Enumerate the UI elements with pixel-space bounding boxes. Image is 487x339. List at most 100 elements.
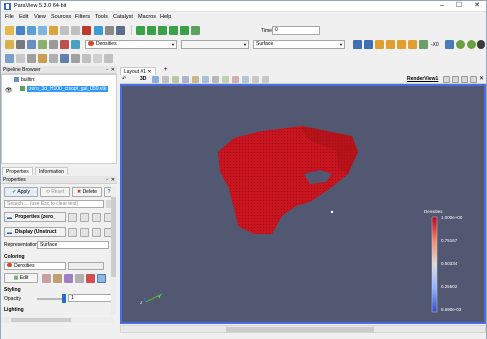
last-frame-icon[interactable] [180, 26, 189, 35]
contour-icon[interactable] [16, 40, 25, 49]
menu-sources[interactable]: Sources [51, 14, 71, 20]
filter-icon[interactable] [60, 54, 69, 63]
component-select[interactable]: ▼ [181, 40, 249, 49]
reset-button[interactable]: ⟲ Reset [40, 187, 70, 197]
color-by-select[interactable]: Densities ▼ [85, 40, 177, 49]
render-view-viewport[interactable]: Y Z Densities 1.000e+00 0.75167 0.50334 … [120, 84, 486, 324]
reload-icon[interactable] [92, 213, 101, 222]
filter-icon[interactable] [93, 54, 102, 63]
rescale-temporal-icon[interactable] [75, 274, 84, 283]
reload-icon[interactable] [92, 228, 101, 237]
loop-icon[interactable] [191, 26, 200, 35]
opacity-input[interactable]: 1 [68, 294, 112, 302]
view-horizontal-scrollbar[interactable] [120, 325, 486, 333]
menu-macros[interactable]: Macros [138, 14, 156, 20]
filter-icon[interactable] [38, 54, 47, 63]
view-tool-icon[interactable] [152, 76, 159, 83]
close-icon[interactable]: ✕ [111, 66, 115, 74]
camera-y-icon[interactable] [364, 40, 373, 49]
extract-subset-icon[interactable] [60, 40, 69, 49]
save-icon[interactable] [16, 26, 25, 35]
coloring-select[interactable]: Densities [4, 262, 66, 270]
opacity-slider-handle[interactable] [62, 294, 66, 303]
properties-hscroll[interactable] [1, 317, 113, 323]
camera-undo-icon[interactable]: ↶ [122, 76, 126, 82]
view-tool-icon[interactable] [182, 76, 189, 83]
filter-icon[interactable] [27, 54, 36, 63]
filter-icon[interactable] [71, 54, 80, 63]
view-tool-icon[interactable] [212, 76, 219, 83]
view-tool-icon[interactable] [232, 76, 239, 83]
clip-icon[interactable] [27, 40, 36, 49]
play-icon[interactable] [158, 26, 167, 35]
representation-select[interactable]: Surface ▼ [253, 40, 345, 49]
view-tool-icon[interactable] [202, 76, 209, 83]
menu-help[interactable]: Help [160, 14, 171, 20]
rescale-custom-icon[interactable] [53, 274, 62, 283]
eye-icon[interactable]: 👁 [5, 87, 13, 94]
component-select[interactable] [68, 262, 104, 270]
redo-icon[interactable] [71, 26, 80, 35]
menu-tools[interactable]: Tools [95, 14, 108, 20]
close-icon[interactable]: ✕ [111, 176, 115, 184]
select-cells-icon[interactable] [445, 40, 454, 49]
filter-icon[interactable] [82, 54, 91, 63]
minimize-button[interactable]: – [434, 1, 450, 12]
apply-button[interactable]: ✔ Apply [4, 187, 38, 197]
paste-icon[interactable] [80, 228, 89, 237]
maximize-view-icon[interactable] [461, 76, 468, 83]
tab-properties[interactable]: Properties [2, 167, 33, 175]
connect-icon[interactable] [27, 26, 36, 35]
view-tool-icon[interactable] [262, 76, 269, 83]
threshold-icon[interactable] [49, 40, 58, 49]
previous-frame-icon[interactable] [147, 26, 156, 35]
disconnect-icon[interactable] [38, 26, 47, 35]
view-tool-icon[interactable] [252, 76, 259, 83]
builtin-server[interactable]: builtin: [14, 77, 35, 84]
reset-session-icon[interactable] [82, 26, 91, 35]
filter-icon[interactable] [104, 54, 113, 63]
interact-icon[interactable] [116, 26, 125, 35]
representation-select[interactable]: Surface [37, 241, 109, 249]
save-state-icon[interactable] [49, 26, 58, 35]
opacity-slider-track[interactable] [37, 298, 65, 300]
view-tool-icon[interactable] [242, 76, 249, 83]
float-icon[interactable]: ▫ [106, 66, 108, 74]
tab-information[interactable]: Information [35, 167, 69, 175]
close-button[interactable]: ✕ [469, 1, 485, 12]
copy-icon[interactable] [68, 213, 77, 222]
display-section-button[interactable]: ▬ Display (Unstruct [4, 227, 66, 237]
render-canvas[interactable]: Y Z [122, 86, 484, 322]
view-tool-icon[interactable] [192, 76, 199, 83]
reset-camera-icon[interactable] [94, 26, 103, 35]
split-vertical-icon[interactable] [452, 76, 459, 83]
tab-layout-1[interactable]: Layout #1 ✕ [120, 67, 156, 75]
slice-icon[interactable] [38, 40, 47, 49]
camera-neg-z-icon[interactable] [408, 40, 417, 49]
time-input[interactable]: 0 [272, 26, 320, 35]
menu-catalyst[interactable]: Catalyst [113, 14, 133, 20]
menu-file[interactable]: File [5, 14, 14, 20]
toggle-3d-icon[interactable]: 3D [140, 76, 146, 82]
properties-scrollbar[interactable] [111, 187, 116, 315]
rescale-icon[interactable] [42, 274, 51, 283]
filter-icon[interactable] [49, 54, 58, 63]
favorites-icon[interactable] [86, 274, 95, 283]
edit-colormap-button[interactable]: ▦ Edit [4, 273, 38, 283]
search-input[interactable]: Search ... (use Esc to clear text) [4, 200, 104, 208]
maximize-button[interactable]: ☐ [451, 1, 467, 12]
add-layout-button[interactable]: + [164, 67, 168, 73]
menu-view[interactable]: View [34, 14, 46, 20]
float-icon[interactable]: ▫ [106, 176, 108, 184]
next-frame-icon[interactable] [169, 26, 178, 35]
zoom-to-data-icon[interactable] [105, 26, 114, 35]
camera-neg-x-icon[interactable] [386, 40, 395, 49]
pipeline-item-vtk-file[interactable]: zero_3d_H100_ctsopt_gal_050.vtk [20, 86, 109, 93]
first-frame-icon[interactable] [136, 26, 145, 35]
camera-neg-y-icon[interactable] [397, 40, 406, 49]
open-icon[interactable] [5, 26, 14, 35]
calculator-icon[interactable] [5, 40, 14, 49]
refresh-icon[interactable] [456, 40, 465, 49]
sync-icon[interactable] [467, 40, 476, 49]
filter-icon[interactable] [5, 54, 14, 63]
